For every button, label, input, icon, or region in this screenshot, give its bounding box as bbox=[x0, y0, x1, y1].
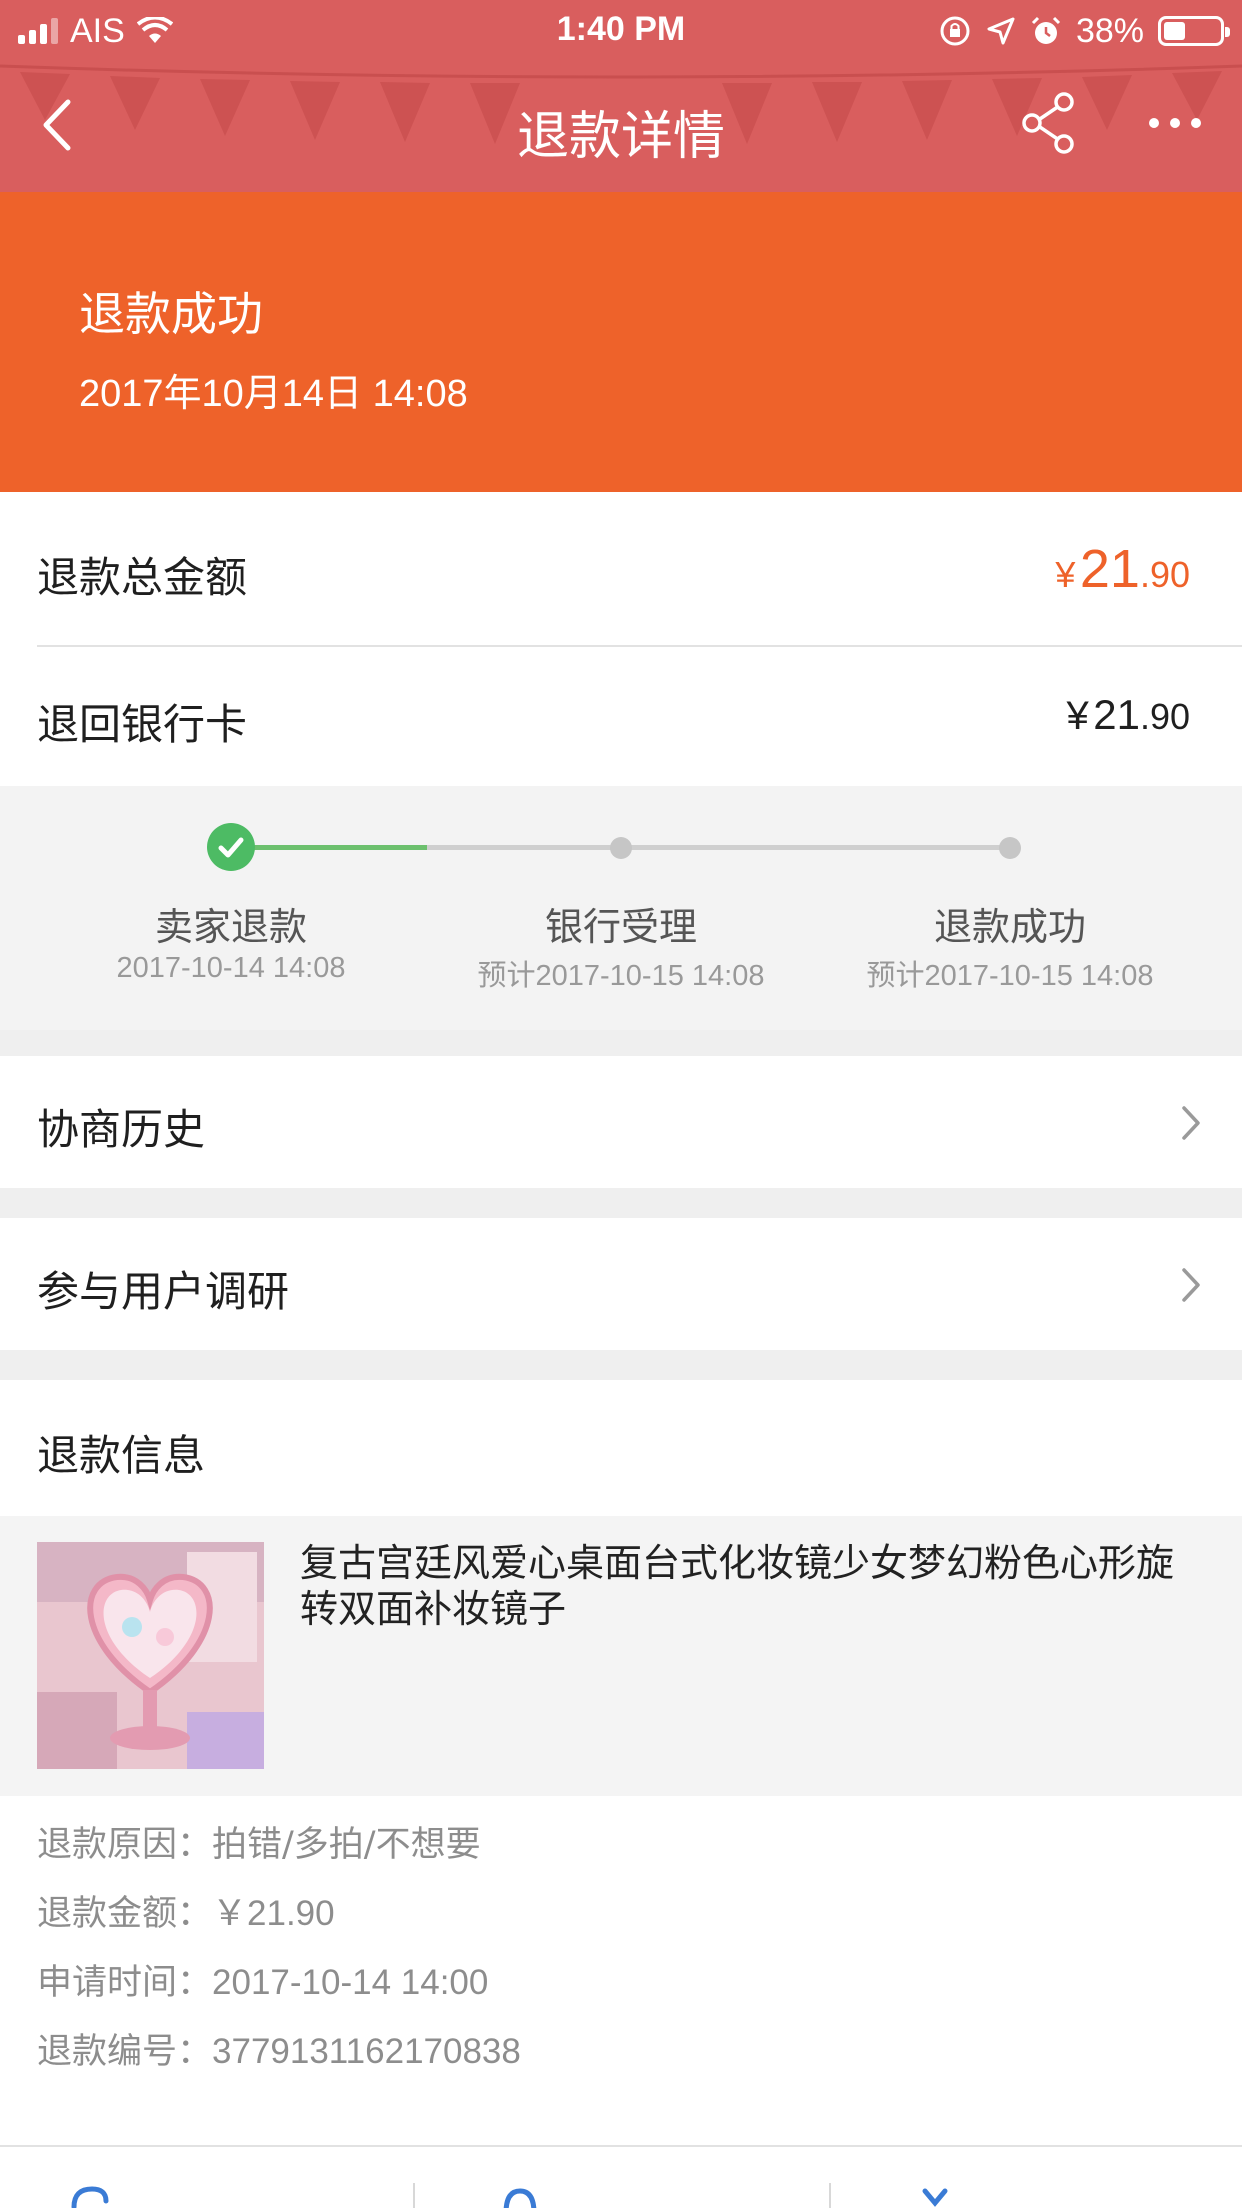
refund-amount-value: ￥21.90 bbox=[212, 1894, 335, 1933]
step-dot-success bbox=[999, 837, 1021, 859]
bank-card-amount: ¥ 21.90 bbox=[1067, 691, 1190, 739]
location-icon bbox=[987, 17, 1015, 45]
progress-track-pending bbox=[427, 845, 1011, 850]
refund-reason-value: 拍错/多拍/不想要 bbox=[212, 1825, 481, 1865]
more-icon[interactable] bbox=[1140, 88, 1210, 158]
refund-info-heading: 退款信息 bbox=[37, 1431, 206, 1480]
amount-integer: 21 bbox=[1093, 691, 1140, 738]
refund-reason-label: 退款原因： bbox=[37, 1825, 213, 1865]
step-time-seller: 2017-10-14 14:08 bbox=[116, 952, 346, 984]
currency-symbol: ¥ bbox=[1055, 554, 1076, 595]
tab-separator bbox=[829, 2183, 831, 2208]
user-survey-row[interactable]: 参与用户调研 bbox=[0, 1218, 1242, 1350]
refund-reason: 退款原因：拍错/多拍/不想要 bbox=[37, 1816, 481, 1867]
step-label-bank: 银行受理 bbox=[544, 905, 697, 949]
alarm-icon bbox=[1031, 16, 1060, 44]
step-label-success: 退款成功 bbox=[933, 905, 1086, 949]
close-icon[interactable] bbox=[915, 2185, 955, 2208]
refund-total-row: 退款总金额 ¥ 21.90 bbox=[0, 492, 1242, 647]
product-card[interactable]: 复古宫廷风爱心桌面台式化妆镜少女梦幻粉色心形旋转双面补妆镜子 bbox=[0, 1516, 1242, 1796]
refund-status: 退款成功 bbox=[79, 287, 263, 341]
status-right: 38% bbox=[938, 10, 1230, 52]
app-header: AIS 1:40 PM 38% 退款详情 bbox=[0, 0, 1242, 192]
negotiation-history-label: 协商历史 bbox=[37, 1105, 206, 1154]
nav-bar: 退款详情 bbox=[0, 62, 1242, 192]
section-gap bbox=[0, 1188, 1242, 1218]
section-gap bbox=[0, 1030, 1242, 1056]
chat-icon[interactable] bbox=[70, 2185, 110, 2208]
product-thumbnail[interactable] bbox=[37, 1542, 264, 1769]
refund-status-banner: 退款成功 2017年10月14日 14:08 bbox=[0, 192, 1242, 492]
apply-time-value: 2017-10-14 14:00 bbox=[212, 1963, 489, 2002]
negotiation-history-row[interactable]: 协商历史 bbox=[0, 1056, 1242, 1188]
refund-total-amount: ¥ 21.90 bbox=[1055, 538, 1190, 600]
tab-separator bbox=[413, 2183, 415, 2208]
refund-progress: 卖家退款 2017-10-14 14:08 银行受理 预计2017-10-15 … bbox=[0, 786, 1242, 1030]
step-label-seller: 卖家退款 bbox=[154, 905, 307, 949]
progress-track-done bbox=[231, 845, 427, 850]
status-bar: AIS 1:40 PM 38% bbox=[0, 0, 1242, 62]
section-gap bbox=[0, 1350, 1242, 1380]
product-title[interactable]: 复古宫廷风爱心桌面台式化妆镜少女梦幻粉色心形旋转双面补妆镜子 bbox=[300, 1540, 1210, 1632]
refund-number-value: 3779131162170838 bbox=[212, 2032, 521, 2071]
battery-icon bbox=[1158, 16, 1230, 46]
bottom-action-bar bbox=[0, 2147, 1242, 2208]
share-icon[interactable] bbox=[1014, 88, 1084, 158]
step-dot-bank bbox=[610, 837, 632, 859]
refund-status-time: 2017年10月14日 14:08 bbox=[79, 373, 468, 415]
refund-number: 退款编号：3779131162170838 bbox=[37, 2023, 521, 2074]
refund-amount: 退款金额：￥21.90 bbox=[37, 1885, 335, 1936]
help-icon[interactable] bbox=[500, 2185, 540, 2208]
step-time-success: 预计2017-10-15 14:08 bbox=[866, 960, 1154, 992]
bank-card-row: 退回银行卡 ¥ 21.90 bbox=[0, 647, 1242, 786]
chevron-right-icon bbox=[1182, 1268, 1200, 1302]
apply-time: 申请时间：2017-10-14 14:00 bbox=[37, 1954, 488, 2005]
refund-info-header: 退款信息 bbox=[0, 1380, 1242, 1516]
bank-card-label: 退回银行卡 bbox=[37, 700, 248, 749]
currency-symbol: ¥ bbox=[1066, 694, 1089, 738]
step-time-bank: 预计2017-10-15 14:08 bbox=[477, 960, 765, 992]
user-survey-label: 参与用户调研 bbox=[37, 1267, 290, 1316]
apply-time-label: 申请时间： bbox=[37, 1963, 213, 2003]
refund-total-label: 退款总金额 bbox=[37, 553, 248, 602]
rotation-lock-icon bbox=[940, 16, 970, 46]
amount-decimal: .90 bbox=[1139, 554, 1190, 595]
amount-decimal: .90 bbox=[1139, 696, 1190, 737]
step-done-check-icon bbox=[207, 823, 255, 871]
battery-percent: 38% bbox=[1075, 11, 1144, 50]
refund-amount-label: 退款金额： bbox=[37, 1894, 213, 1934]
chevron-right-icon bbox=[1182, 1106, 1200, 1140]
refund-number-label: 退款编号： bbox=[37, 2032, 213, 2072]
refund-details: 退款原因：拍错/多拍/不想要 退款金额：￥21.90 申请时间：2017-10-… bbox=[0, 1796, 1242, 2146]
amount-integer: 21 bbox=[1079, 539, 1140, 599]
